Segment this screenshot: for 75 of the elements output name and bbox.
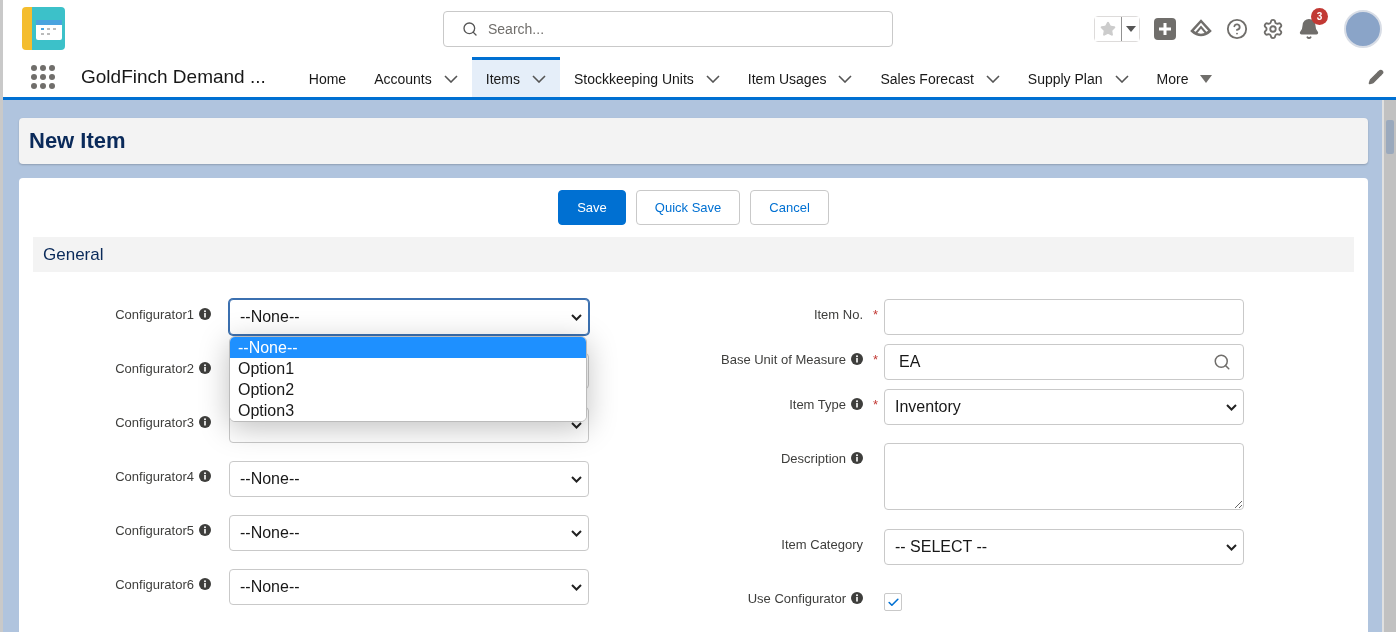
checkmark-icon [886, 595, 900, 609]
select-field[interactable]: --None-- [229, 461, 589, 497]
chevron-icon [1226, 403, 1237, 411]
search-field[interactable]: Search... [443, 10, 893, 47]
form-button[interactable]: Quick Save [635, 190, 741, 225]
chevron-icon [571, 475, 582, 483]
caret-icon [1200, 74, 1213, 83]
select-field[interactable]: --None-- [229, 569, 589, 605]
chevron-icon [571, 583, 582, 591]
required-mark: * [871, 307, 878, 322]
nav-tab[interactable]: Home [294, 57, 361, 97]
chevron-icon [1114, 74, 1129, 83]
nav-tab[interactable]: Sales Forecast [866, 57, 1014, 97]
info-icon [199, 416, 211, 428]
required-mark: * [871, 397, 878, 412]
field-label: Description [780, 451, 846, 466]
notification-badge: 3 [1311, 7, 1328, 25]
checkbox[interactable] [884, 593, 902, 611]
star-icon [1100, 20, 1116, 37]
select-field[interactable]: --None-- [229, 515, 589, 551]
nav-tab[interactable]: Items [471, 57, 560, 97]
field-label: Item No. [813, 307, 863, 322]
field-label: Use Configurator [747, 591, 846, 606]
nav-tab[interactable]: Stockkeeping Units [560, 57, 734, 97]
field-label: Configurator6 [115, 577, 194, 592]
chevron-icon [985, 74, 1000, 83]
dropdown-option[interactable]: Option2 [230, 379, 586, 400]
caret-icon [1125, 25, 1136, 32]
section-title: General [43, 244, 104, 265]
form-button[interactable]: Save [558, 190, 626, 225]
info-icon [199, 308, 211, 320]
chevron-icon [838, 74, 853, 83]
info-icon [199, 362, 211, 374]
field-label: Configurator3 [115, 415, 194, 430]
search-icon [1213, 353, 1231, 371]
chevron-icon [443, 74, 458, 83]
text-field[interactable] [884, 299, 1244, 335]
app-name: GoldFinch Demand ... [81, 65, 266, 89]
info-icon [199, 524, 211, 536]
chevron-icon [571, 313, 582, 321]
select-field[interactable]: Inventory [884, 389, 1244, 425]
nav-tab[interactable]: Item Usages [733, 57, 867, 97]
page-title: New Item [29, 128, 126, 154]
select-field[interactable]: -- SELECT -- [884, 529, 1244, 565]
favorites-menu-button[interactable] [1121, 16, 1139, 41]
nav-tab[interactable]: Accounts [360, 57, 472, 97]
search-icon [462, 20, 478, 37]
nav-tab[interactable]: More [1142, 57, 1227, 97]
nav-tab[interactable]: Supply Plan [1013, 57, 1143, 97]
field-label: Configurator4 [115, 469, 194, 484]
field-label: Configurator1 [115, 307, 194, 322]
info-icon [199, 470, 211, 482]
field-label: Configurator5 [115, 523, 194, 538]
chevron-icon [705, 74, 720, 83]
chevron-icon [571, 529, 582, 537]
field-label: Item Type [789, 397, 846, 412]
help-icon[interactable] [1226, 17, 1248, 40]
user-avatar[interactable] [1344, 9, 1382, 48]
settings-icon[interactable] [1262, 17, 1284, 40]
info-icon [199, 578, 211, 590]
field-label: Item Category [781, 537, 863, 552]
field-label: Base Unit of Measure [721, 352, 846, 367]
chevron-icon [1226, 543, 1237, 551]
add-button[interactable] [1154, 17, 1176, 40]
dropdown-option[interactable]: Option1 [230, 358, 586, 379]
chevron-icon [532, 74, 546, 83]
form-button[interactable]: Cancel [750, 190, 829, 225]
required-mark: * [871, 352, 878, 367]
scrollbar[interactable] [1382, 100, 1396, 632]
app-logo [22, 7, 65, 50]
lookup-field[interactable]: EA [884, 344, 1244, 380]
dropdown-option[interactable]: Option3 [230, 400, 586, 421]
chevron-icon [571, 421, 582, 429]
select-field[interactable]: --None-- [229, 299, 589, 335]
field-label: Configurator2 [115, 361, 194, 376]
